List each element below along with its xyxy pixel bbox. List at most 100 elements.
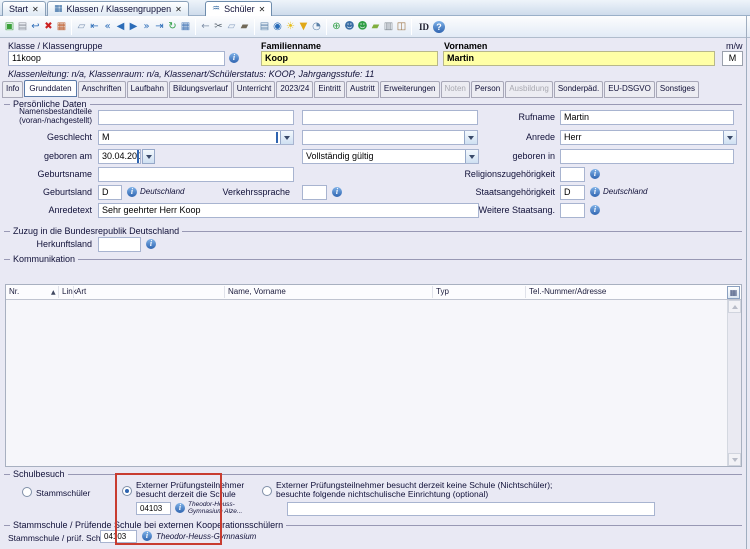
delete-icon[interactable]: ✖: [42, 19, 55, 35]
weitere-staatsang-input[interactable]: [560, 203, 585, 218]
tab-start[interactable]: Start ✕: [2, 1, 46, 16]
einrichtung-input[interactable]: [287, 502, 655, 516]
dropdown-arrow-icon[interactable]: [723, 131, 736, 144]
info-icon[interactable]: i: [127, 187, 137, 197]
religion-input[interactable]: [560, 167, 585, 182]
staatsangehoerigkeit-input[interactable]: D: [560, 185, 585, 200]
id-button[interactable]: ID: [419, 22, 429, 32]
copy-icon[interactable]: ▱: [225, 19, 238, 35]
fast-next-icon[interactable]: »: [140, 19, 153, 35]
info-icon[interactable]: i: [229, 53, 239, 63]
tab-noten[interactable]: Noten: [441, 81, 470, 98]
tab-schueler[interactable]: ♒ Schüler ✕: [205, 1, 272, 16]
info-icon[interactable]: i: [590, 187, 600, 197]
previous-record-icon[interactable]: ◀: [114, 19, 127, 35]
geburtsname-label: Geburtsname: [0, 169, 92, 179]
date-dropdown-button[interactable]: [142, 149, 155, 164]
preview-icon[interactable]: ◉: [271, 19, 284, 35]
dropdown-arrow-icon[interactable]: [280, 131, 293, 144]
close-icon[interactable]: ✕: [259, 5, 266, 14]
tab-klassen[interactable]: ▦ Klassen / Klassengruppen ✕: [47, 1, 189, 16]
tab-info[interactable]: Info: [2, 81, 23, 98]
save-icon[interactable]: ▤: [16, 19, 29, 35]
tab-ausbildung[interactable]: Ausbildung: [505, 81, 553, 98]
geboren-in-input[interactable]: [560, 149, 734, 164]
mw-input[interactable]: M: [722, 51, 743, 66]
verkehrssprache-input[interactable]: [302, 185, 327, 200]
web-export-icon[interactable]: ⊕: [330, 19, 343, 35]
scroll-up-icon[interactable]: [728, 300, 741, 313]
geschlecht-select[interactable]: M: [98, 130, 294, 145]
kommunikation-scrollbar[interactable]: [727, 300, 741, 466]
sort-asc-icon[interactable]: ▲: [51, 289, 56, 296]
back-icon[interactable]: ←: [199, 19, 212, 35]
anrede-select[interactable]: Herr: [560, 130, 737, 145]
column-config-button[interactable]: ▦: [727, 286, 740, 299]
info-icon[interactable]: i: [146, 239, 156, 249]
close-icon[interactable]: ✕: [32, 5, 39, 14]
tab-bildungsverlauf[interactable]: Bildungsverlauf: [169, 81, 232, 98]
vornamen-input[interactable]: Martin: [443, 51, 715, 66]
undo-icon[interactable]: ↩: [29, 19, 42, 35]
stammschueler-radio[interactable]: [22, 487, 32, 497]
first-record-icon[interactable]: ⇤: [88, 19, 101, 35]
column-tel-adresse[interactable]: Tel.-Nummer/Adresse: [529, 287, 606, 296]
column-nr[interactable]: Nr.: [9, 287, 19, 296]
extern-keine-radio[interactable]: [262, 486, 272, 496]
herkunftsland-input[interactable]: [98, 237, 141, 252]
tab-eintritt[interactable]: Eintritt: [314, 81, 345, 98]
new-record-icon[interactable]: ▣: [3, 19, 16, 35]
toolbar-separator: [195, 19, 196, 35]
cut-icon[interactable]: ✂: [212, 19, 225, 35]
history-icon[interactable]: ◔: [310, 19, 323, 35]
report-icon[interactable]: ▥: [382, 19, 395, 35]
help-icon[interactable]: ?: [433, 21, 445, 33]
window-right-edge: [746, 16, 747, 549]
refresh-icon[interactable]: ↻: [166, 19, 179, 35]
column-typ[interactable]: Typ: [436, 287, 449, 296]
info-icon[interactable]: i: [590, 205, 600, 215]
tab-person[interactable]: Person: [471, 81, 504, 98]
column-name-vorname[interactable]: Name, Vorname: [228, 287, 286, 296]
last-record-icon[interactable]: ⇥: [153, 19, 166, 35]
geboren-am-input[interactable]: 30.04.2006: [98, 149, 141, 164]
hint-icon[interactable]: ☀: [284, 19, 297, 35]
tab-erweiterungen[interactable]: Erweiterungen: [380, 81, 440, 98]
geburtsland-input[interactable]: D: [98, 185, 122, 200]
tab-sonstiges[interactable]: Sonstiges: [656, 81, 699, 98]
table-view-icon[interactable]: ▦: [179, 19, 192, 35]
student-icon[interactable]: ☻: [343, 19, 356, 35]
rufname-input[interactable]: Martin: [560, 110, 734, 125]
copy-record-icon[interactable]: ▱: [75, 19, 88, 35]
print-icon[interactable]: ▤: [258, 19, 271, 35]
info-icon[interactable]: i: [590, 169, 600, 179]
tab-2023-24[interactable]: 2023/24: [276, 81, 313, 98]
familienname-input[interactable]: Koop: [261, 51, 438, 66]
column-link[interactable]: Link: [62, 287, 77, 296]
tab-sonderpaed[interactable]: Sonderpäd.: [554, 81, 603, 98]
paste-icon[interactable]: ▰: [238, 19, 251, 35]
student-add-icon[interactable]: ☻: [356, 19, 369, 35]
namensbestandteile-label2: (voran-/nachgestellt): [0, 116, 92, 125]
close-icon[interactable]: ✕: [175, 5, 182, 14]
tab-laufbahn[interactable]: Laufbahn: [127, 81, 168, 98]
klasse-input[interactable]: 11koop: [8, 51, 225, 66]
zuzug-legend: Zuzug in die Bundesrepublik Deutschland: [4, 226, 742, 236]
tab-austritt[interactable]: Austritt: [346, 81, 379, 98]
credentials-icon[interactable]: ◫: [395, 19, 408, 35]
tab-eu-dsgvo[interactable]: EU-DSGVO: [604, 81, 655, 98]
next-record-icon[interactable]: ▶: [127, 19, 140, 35]
geburtsname-input[interactable]: [98, 167, 294, 182]
tab-schueler-label: Schüler: [224, 4, 255, 14]
fast-previous-icon[interactable]: «: [101, 19, 114, 35]
tab-unterricht[interactable]: Unterricht: [233, 81, 276, 98]
scroll-down-icon[interactable]: [728, 453, 741, 466]
edit-form-icon[interactable]: ▦: [55, 19, 68, 35]
tab-grunddaten[interactable]: Grunddaten: [24, 80, 76, 97]
filter-icon[interactable]: ▼: [297, 19, 310, 35]
namensbestandteile-voran-input[interactable]: [98, 110, 294, 125]
info-icon[interactable]: i: [332, 187, 342, 197]
tab-anschriften[interactable]: Anschriften: [78, 81, 126, 98]
column-art[interactable]: Art: [76, 287, 86, 296]
export-folder-icon[interactable]: ▰: [369, 19, 382, 35]
